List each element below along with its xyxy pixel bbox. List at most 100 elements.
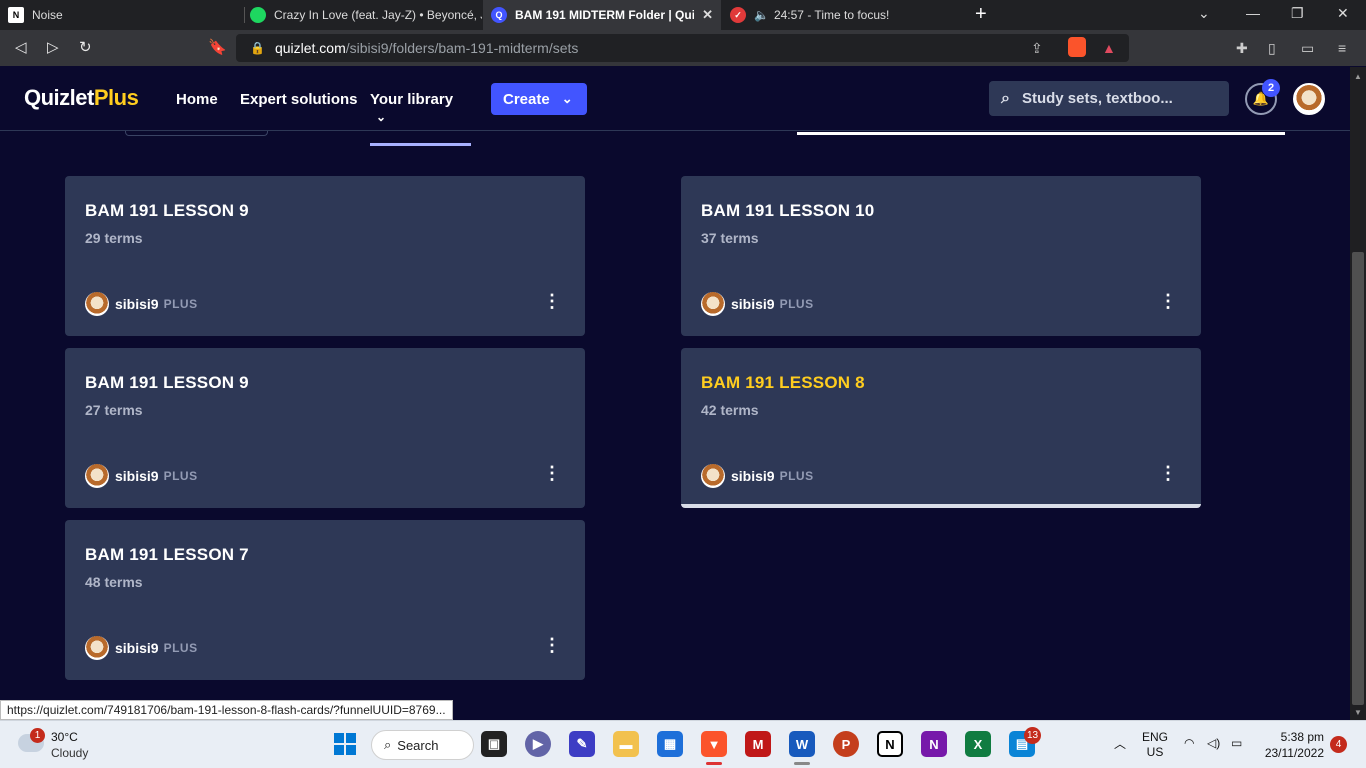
url-input[interactable]: 🔒 quizlet.com /sibisi9/folders/bam-191-m… <box>236 34 1129 62</box>
language-indicator[interactable]: ENG US <box>1142 730 1168 760</box>
more-options-icon[interactable]: ⋮ <box>1159 292 1177 310</box>
weather-condition[interactable]: Cloudy <box>51 746 88 760</box>
wallet-icon[interactable]: ▭ <box>1301 40 1314 57</box>
set-author[interactable]: sibisi9 PLUS <box>701 464 814 488</box>
nav-your-library[interactable]: Your library ⌄ <box>370 91 471 146</box>
scroll-thumb[interactable] <box>1352 252 1364 705</box>
set-title: BAM 191 LESSON 9 <box>85 201 249 220</box>
chevron-up-icon[interactable]: ︿ <box>1114 735 1126 752</box>
set-author[interactable]: sibisi9 PLUS <box>85 292 198 316</box>
more-options-icon[interactable]: ⋮ <box>1159 464 1177 482</box>
bookmark-icon[interactable]: 🔖 <box>208 38 227 56</box>
set-title: BAM 191 LESSON 10 <box>701 201 875 220</box>
maximize-button[interactable]: ❐ <box>1291 5 1304 22</box>
tab-noise[interactable]: N Noise <box>8 0 244 30</box>
clock[interactable]: 5:38 pm 23/11/2022 <box>1262 729 1324 761</box>
create-button[interactable]: Create ⌄ <box>491 83 587 115</box>
teams-badge: 13 <box>1024 727 1041 744</box>
set-author[interactable]: sibisi9 PLUS <box>85 464 198 488</box>
menu-icon[interactable]: ≡ <box>1338 40 1346 56</box>
task-view-icon[interactable]: ▣ <box>481 731 507 757</box>
plus-badge: PLUS <box>779 469 814 483</box>
back-button[interactable]: ◁ <box>15 38 27 56</box>
running-indicator <box>706 762 722 765</box>
volume-icon[interactable]: ◁) <box>1207 736 1220 750</box>
nav-expert-solutions[interactable]: Expert solutions <box>240 91 358 108</box>
tab-label: BAM 191 MIDTERM Folder | Quizlet <box>515 8 695 22</box>
set-card-hovered[interactable]: BAM 191 LESSON 8 42 terms sibisi9 PLUS ⋮ <box>681 348 1201 508</box>
mcafee-icon[interactable]: M <box>745 731 771 757</box>
avatar <box>701 464 725 488</box>
brave-browser-icon[interactable]: ▼ <box>701 731 727 757</box>
battery-icon[interactable]: ▭ <box>1231 736 1242 750</box>
set-title: BAM 191 LESSON 8 <box>701 373 865 392</box>
user-avatar[interactable] <box>1293 83 1325 115</box>
set-term-count: 27 terms <box>85 402 143 418</box>
search-icon: ⌕ <box>384 737 392 752</box>
weather-temp[interactable]: 30°C <box>51 730 78 744</box>
avatar <box>701 292 725 316</box>
store-icon[interactable]: ▦ <box>657 731 683 757</box>
nav-home[interactable]: Home <box>176 91 218 108</box>
more-options-icon[interactable]: ⋮ <box>543 292 561 310</box>
word-icon[interactable]: W <box>789 731 815 757</box>
chevron-down-icon: ⌄ <box>376 110 387 124</box>
timer-icon: ✓ <box>730 7 746 23</box>
lang-label: ENG <box>1142 730 1169 744</box>
notification-center-badge[interactable]: 4 <box>1330 736 1347 753</box>
more-options-icon[interactable]: ⋮ <box>543 636 561 654</box>
weather-badge: 1 <box>30 728 45 743</box>
set-card[interactable]: BAM 191 LESSON 9 29 terms sibisi9 PLUS ⋮ <box>65 176 585 336</box>
more-options-icon[interactable]: ⋮ <box>543 464 561 482</box>
reload-button[interactable]: ↻ <box>79 38 92 56</box>
extensions-icon[interactable]: ✚ <box>1236 40 1248 57</box>
author-name: sibisi9 <box>115 296 159 312</box>
set-author[interactable]: sibisi9 PLUS <box>701 292 814 316</box>
brave-rewards-icon[interactable]: ▲ <box>1102 40 1116 56</box>
chat-icon[interactable]: ▶ <box>525 731 551 757</box>
taskbar-search-label: Search <box>397 737 439 753</box>
new-tab-button[interactable]: + <box>975 3 987 26</box>
set-card[interactable]: BAM 191 LESSON 7 48 terms sibisi9 PLUS ⋮ <box>65 520 585 680</box>
start-icon[interactable] <box>332 731 358 757</box>
scroll-down-icon[interactable]: ▼ <box>1354 708 1362 717</box>
set-term-count: 42 terms <box>701 402 759 418</box>
avatar <box>85 292 109 316</box>
author-name: sibisi9 <box>115 468 159 484</box>
tab-search-icon[interactable]: ⌄ <box>1198 5 1210 22</box>
notion-app-icon[interactable]: N <box>877 731 903 757</box>
powerpoint-icon[interactable]: P <box>833 731 859 757</box>
close-window-button[interactable]: ✕ <box>1337 5 1349 22</box>
windows-taskbar: 1 30°C Cloudy ⌕ Search ▣ ▶ ✎ ▬ ▦ ▼ M W P… <box>0 720 1366 768</box>
create-label: Create <box>503 90 550 108</box>
scroll-up-icon[interactable]: ▲ <box>1354 72 1362 81</box>
search-input[interactable]: ⌕ Study sets, textboo... <box>989 81 1229 116</box>
logo-plus: Plus <box>93 85 139 110</box>
tab-spotify[interactable]: Crazy In Love (feat. Jay-Z) • Beyoncé, J… <box>250 0 482 30</box>
set-card[interactable]: BAM 191 LESSON 10 37 terms sibisi9 PLUS … <box>681 176 1201 336</box>
tab-timer[interactable]: ✓ 🔈 24:57 - Time to focus! <box>730 0 960 30</box>
share-icon[interactable]: ⇪ <box>1031 40 1043 57</box>
onenote-icon[interactable]: N <box>921 731 947 757</box>
set-card[interactable]: BAM 191 LESSON 9 27 terms sibisi9 PLUS ⋮ <box>65 348 585 508</box>
browser-tab-bar: N Noise Crazy In Love (feat. Jay-Z) • Be… <box>0 0 1366 30</box>
file-explorer-icon[interactable]: ▬ <box>613 731 639 757</box>
taskbar-search[interactable]: ⌕ Search <box>371 730 474 760</box>
plus-badge: PLUS <box>163 641 198 655</box>
set-title: BAM 191 LESSON 7 <box>85 545 249 564</box>
set-author[interactable]: sibisi9 PLUS <box>85 636 198 660</box>
sidebar-icon[interactable]: ▯ <box>1268 40 1276 57</box>
spotify-icon <box>250 7 266 23</box>
speaker-icon: 🔈 <box>754 8 769 22</box>
close-tab-icon[interactable]: ✕ <box>694 7 721 23</box>
pen-app-icon[interactable]: ✎ <box>569 731 595 757</box>
tab-quizlet[interactable]: Q BAM 191 MIDTERM Folder | Quizlet ✕ <box>483 0 721 30</box>
quizlet-icon: Q <box>491 7 507 23</box>
excel-icon[interactable]: X <box>965 731 991 757</box>
quizlet-logo[interactable]: QuizletPlus <box>24 85 139 111</box>
plus-badge: PLUS <box>779 297 814 311</box>
wifi-icon[interactable]: ◠ <box>1184 736 1194 750</box>
brave-shield-icon[interactable] <box>1068 37 1086 57</box>
forward-button[interactable]: ▷ <box>47 38 59 56</box>
minimize-button[interactable]: — <box>1246 5 1260 21</box>
